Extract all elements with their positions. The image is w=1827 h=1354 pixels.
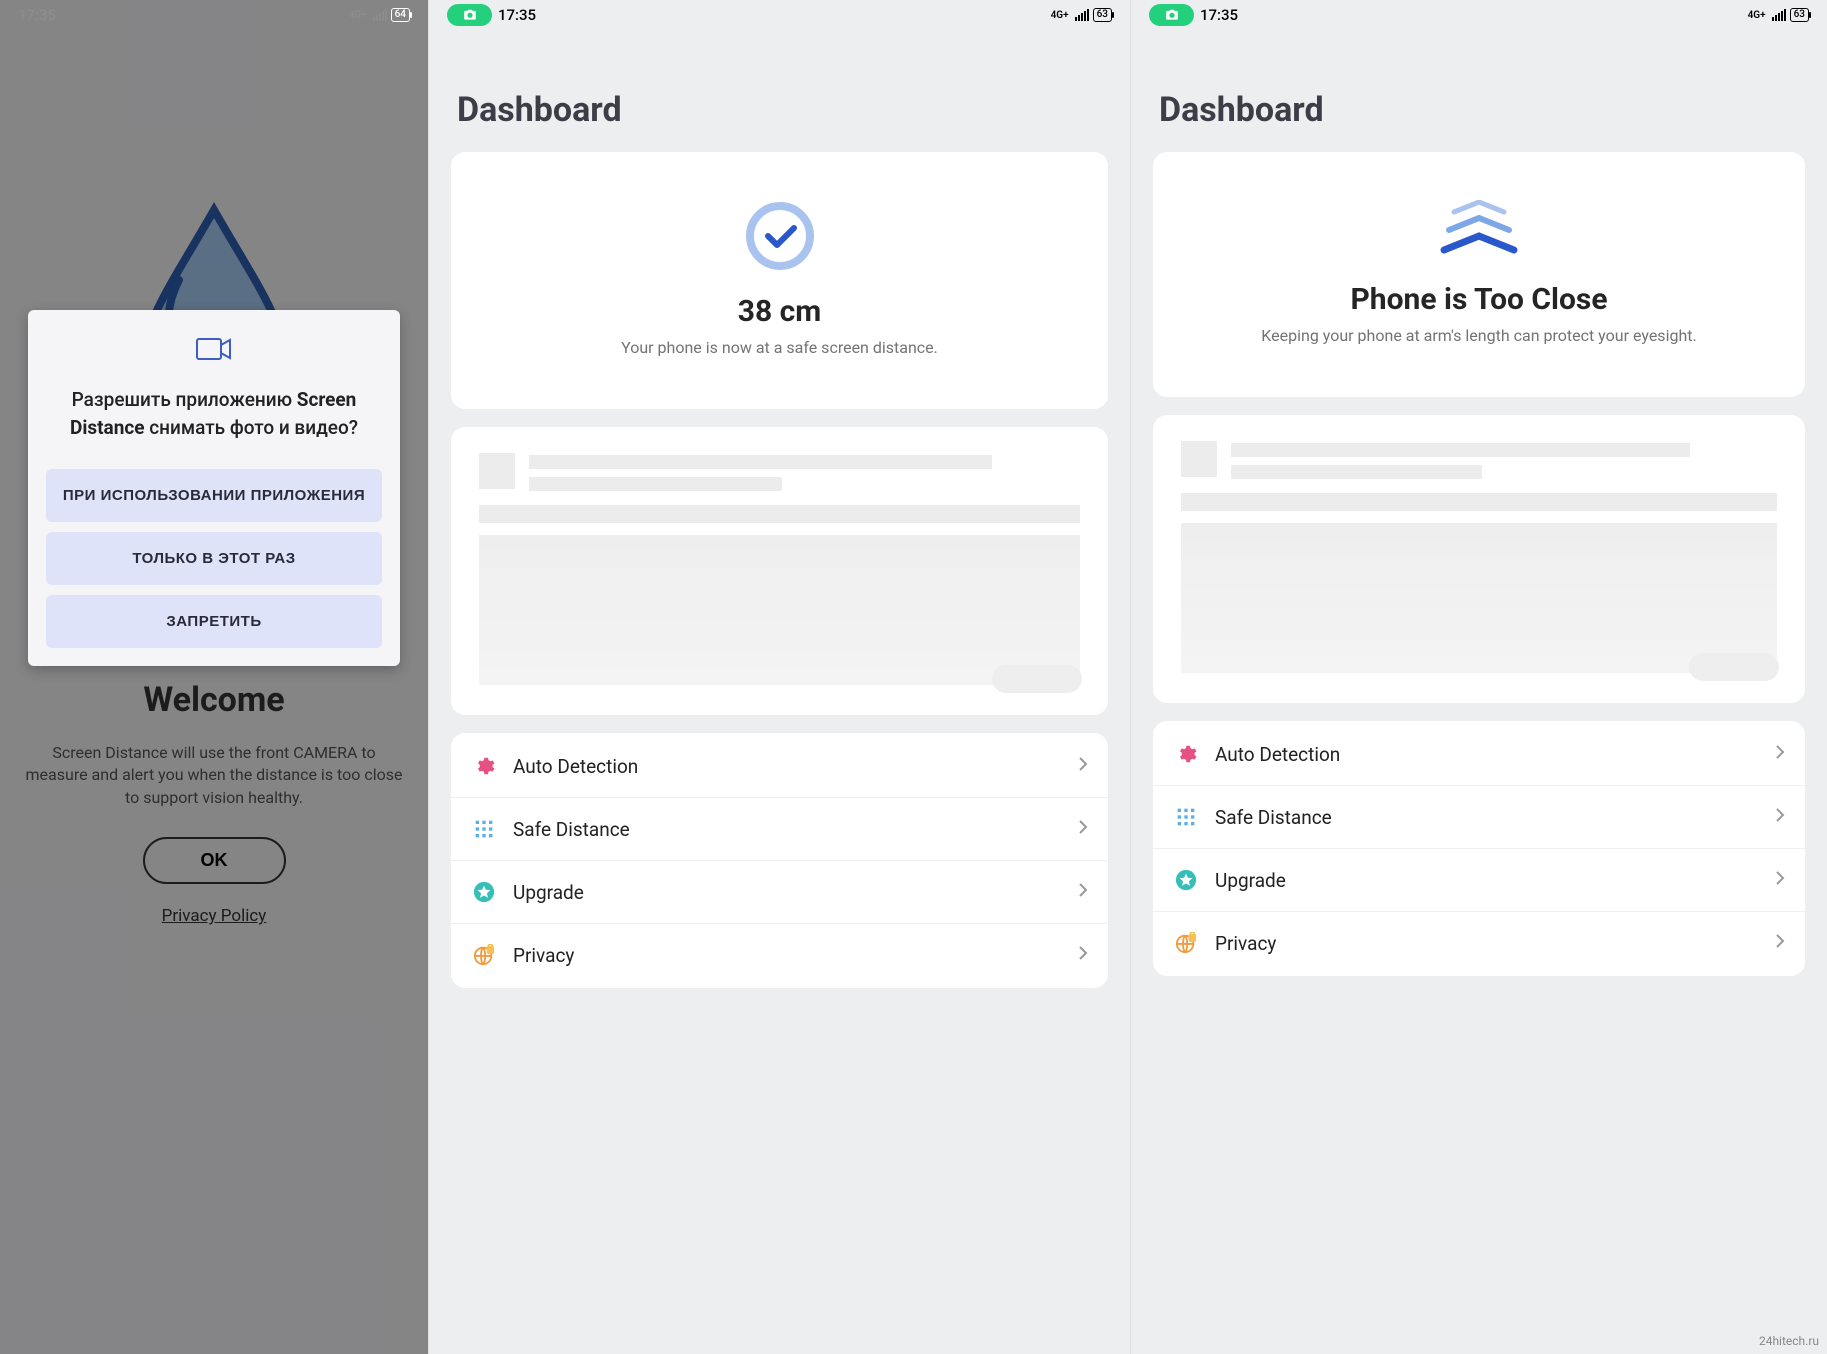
grid-icon bbox=[471, 816, 497, 842]
battery-icon: 63 bbox=[1093, 8, 1112, 22]
permission-dialog: Разрешить приложению Screen Distance сни… bbox=[28, 310, 400, 666]
placeholder-card bbox=[1153, 415, 1805, 703]
chevron-right-icon bbox=[1078, 756, 1088, 776]
settings-item-privacy[interactable]: Privacy bbox=[451, 923, 1108, 986]
gear-icon bbox=[471, 753, 497, 779]
chevron-right-icon bbox=[1775, 807, 1785, 827]
globe-icon bbox=[471, 942, 497, 968]
watermark: 24hitech.ru bbox=[1759, 1334, 1819, 1348]
settings-item-upgrade[interactable]: Upgrade bbox=[451, 860, 1108, 923]
settings-item-safe-distance[interactable]: Safe Distance bbox=[1153, 785, 1805, 848]
battery-icon: 64 bbox=[391, 8, 410, 22]
chevron-right-icon bbox=[1078, 819, 1088, 839]
settings-label: Upgrade bbox=[513, 881, 1078, 904]
settings-item-upgrade[interactable]: Upgrade bbox=[1153, 848, 1805, 911]
clock: 17:35 bbox=[1200, 6, 1238, 24]
deny-button[interactable]: ЗАПРЕТИТЬ bbox=[46, 595, 382, 648]
allow-while-using-button[interactable]: ПРИ ИСПОЛЬЗОВАНИИ ПРИЛОЖЕНИЯ bbox=[46, 469, 382, 522]
status-bar: 17:35 4G+ 63 bbox=[1131, 0, 1827, 30]
distance-heading: Phone is Too Close bbox=[1177, 282, 1781, 317]
permission-text: Разрешить приложению Screen Distance сни… bbox=[46, 386, 382, 441]
overlay-dim bbox=[0, 0, 428, 1354]
settings-list: Auto Detection Safe Distance Upgrade Pri… bbox=[1153, 721, 1805, 976]
settings-item-auto-detection[interactable]: Auto Detection bbox=[451, 735, 1108, 797]
signal-icon bbox=[1075, 9, 1089, 21]
settings-label: Safe Distance bbox=[1215, 806, 1775, 829]
chevron-right-icon bbox=[1078, 945, 1088, 965]
star-icon bbox=[1173, 867, 1199, 893]
allow-once-button[interactable]: ТОЛЬКО В ЭТОТ РАЗ bbox=[46, 532, 382, 585]
page-title: Dashboard bbox=[1159, 90, 1827, 130]
signal-icon bbox=[1772, 9, 1786, 21]
settings-label: Privacy bbox=[513, 944, 1078, 967]
distance-status-card: 38 cm Your phone is now at a safe screen… bbox=[451, 152, 1108, 409]
chevron-right-icon bbox=[1775, 933, 1785, 953]
placeholder-card bbox=[451, 427, 1108, 715]
page-title: Dashboard bbox=[457, 90, 1130, 130]
distance-status-card: Phone is Too Close Keeping your phone at… bbox=[1153, 152, 1805, 397]
network-label: 4G+ bbox=[1051, 10, 1069, 21]
settings-label: Auto Detection bbox=[1215, 743, 1775, 766]
chevron-right-icon bbox=[1775, 870, 1785, 890]
camera-icon bbox=[46, 334, 382, 364]
too-close-icon bbox=[1177, 200, 1781, 264]
chevron-right-icon bbox=[1775, 744, 1785, 764]
battery-icon: 63 bbox=[1790, 8, 1809, 22]
globe-icon bbox=[1173, 930, 1199, 956]
settings-item-safe-distance[interactable]: Safe Distance bbox=[451, 797, 1108, 860]
settings-list: Auto Detection Safe Distance Upgrade Pri… bbox=[451, 733, 1108, 988]
camera-active-pill bbox=[447, 4, 492, 26]
distance-message: Your phone is now at a safe screen dista… bbox=[475, 337, 1084, 359]
clock: 17:35 bbox=[498, 6, 536, 24]
settings-label: Safe Distance bbox=[513, 818, 1078, 841]
settings-item-privacy[interactable]: Privacy bbox=[1153, 911, 1805, 974]
chevron-right-icon bbox=[1078, 882, 1088, 902]
distance-value: 38 cm bbox=[475, 294, 1084, 329]
check-icon bbox=[475, 200, 1084, 276]
distance-message: Keeping your phone at arm's length can p… bbox=[1177, 325, 1781, 347]
grid-icon bbox=[1173, 804, 1199, 830]
settings-label: Upgrade bbox=[1215, 869, 1775, 892]
settings-item-auto-detection[interactable]: Auto Detection bbox=[1153, 723, 1805, 785]
gear-icon bbox=[1173, 741, 1199, 767]
settings-label: Auto Detection bbox=[513, 755, 1078, 778]
network-label: 4G+ bbox=[1748, 10, 1766, 21]
star-icon bbox=[471, 879, 497, 905]
settings-label: Privacy bbox=[1215, 932, 1775, 955]
status-bar: 17:35 4G+ 63 bbox=[429, 0, 1130, 30]
camera-active-pill bbox=[1149, 4, 1194, 26]
